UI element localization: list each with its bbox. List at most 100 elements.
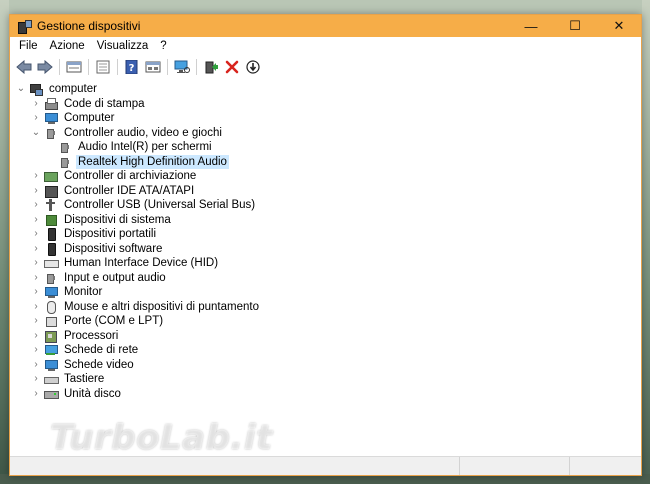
title-bar[interactable]: Gestione dispositivi — ☐ ✕ [10,15,641,37]
tree-item-realtek-audio[interactable]: Realtek High Definition Audio [56,154,229,169]
portable-device-icon [44,228,58,242]
chevron-right-icon[interactable]: › [30,169,42,183]
tree-item-label: Monitor [64,286,103,298]
tree-item-controller-usb[interactable]: › Controller USB (Universal Serial Bus) [30,198,257,213]
chevron-right-icon[interactable]: › [30,111,42,125]
tree-item-label: Mouse e altri dispositivi di puntamento [64,300,259,313]
chevron-right-icon[interactable]: › [30,314,42,328]
chevron-right-icon[interactable]: › [30,198,42,212]
toolbar-separator [88,59,89,75]
chevron-right-icon[interactable]: › [30,271,42,285]
device-manager-icon [17,19,32,34]
chevron-right-icon[interactable]: › [30,242,42,256]
tree-item-porte[interactable]: › Porte (COM e LPT) [30,314,165,329]
tree-item-label: Controller di archiviazione [64,170,197,182]
chevron-right-icon[interactable]: › [30,213,42,227]
update-driver-icon [205,61,218,74]
tree-item-label: Human Interface Device (HID) [64,257,219,269]
show-hidden-button[interactable] [94,58,112,76]
tree-item-controller-ide[interactable]: › Controller IDE ATA/ATAPI [30,184,196,199]
tree-item-monitor[interactable]: › Monitor [30,285,104,300]
tree-item-label: Porte (COM e LPT) [64,315,164,327]
tree-item-schede-video[interactable]: › Schede video [30,358,136,373]
tree-item-label: Dispositivi software [64,242,163,255]
tree-item-label: Dispositivi di sistema [64,213,171,226]
keyboard-icon [44,373,59,385]
watermark: TurboLab.it [15,418,273,468]
chevron-right-icon[interactable]: › [30,300,42,314]
chevron-right-icon[interactable]: › [30,343,42,357]
tree-item-audio-intel[interactable]: Audio Intel(R) per schermi [56,140,214,155]
forward-button[interactable] [36,58,54,76]
hid-icon [44,257,59,269]
tree-item-dispositivi-portatili[interactable]: › Dispositivi portatili [30,227,158,242]
scan-hardware-button[interactable] [173,58,191,76]
chevron-right-icon[interactable]: › [30,358,42,372]
menu-azione[interactable]: Azione [44,40,91,52]
chevron-right-icon[interactable]: › [30,329,42,343]
storage-controller-icon [44,170,58,183]
chevron-right-icon[interactable]: › [30,372,42,386]
tree-item-label: Audio Intel(R) per schermi [78,141,212,153]
tree-item-tastiere[interactable]: › Tastiere [30,372,106,387]
menu-bar: File Azione Visualizza ? [10,37,641,55]
maximize-button[interactable]: ☐ [553,15,597,37]
menu-help[interactable]: ? [154,40,172,52]
ide-controller-icon [44,185,58,198]
tree-item-mouse[interactable]: › Mouse e altri dispositivi di puntament… [30,300,261,315]
chevron-right-icon[interactable]: › [30,285,42,299]
chevron-right-icon[interactable]: › [30,387,42,401]
tree-item-computer-root[interactable]: ⌄ computer [15,82,99,97]
tree-item-code-di-stampa[interactable]: › Code di stampa [30,97,147,112]
tree-item-unita-disco[interactable]: › Unità disco [30,387,123,402]
printer-icon [44,97,58,110]
monitor-icon [44,112,58,125]
cpu-icon [44,330,58,343]
toolbar: ? [10,55,641,80]
properties-button[interactable] [65,58,83,76]
help-button[interactable]: ? [123,58,141,76]
tree-item-label: Schede video [64,358,134,371]
system-device-icon [44,214,58,226]
details-button[interactable] [144,58,162,76]
software-device-icon [44,242,58,256]
chevron-right-icon[interactable]: › [30,184,42,198]
tree-item-label: Controller IDE ATA/ATAPI [64,184,195,197]
window-title: Gestione dispositivi [37,19,141,33]
desktop-background-left [0,0,9,484]
menu-visualizza[interactable]: Visualizza [91,40,155,52]
tree-item-controller-audio[interactable]: ⌄ Controller audio, video e giochi [30,126,224,141]
uninstall-button[interactable] [223,58,241,76]
tree-item-processori[interactable]: › Processori [30,329,120,344]
tree-item-label: Tastiere [64,373,105,385]
disable-button[interactable] [244,58,262,76]
update-driver-button[interactable] [202,58,220,76]
help-icon: ? [125,60,138,74]
close-button[interactable]: ✕ [597,15,641,37]
tree-item-computer[interactable]: › Computer [30,111,117,126]
status-cell [570,457,641,475]
chevron-right-icon[interactable]: › [30,97,42,111]
disk-icon [44,388,59,400]
chevron-down-icon[interactable]: ⌄ [30,126,42,140]
tree-item-schede-rete[interactable]: › Schede di rete [30,343,140,358]
chevron-down-icon[interactable]: ⌄ [15,82,27,96]
back-button[interactable] [15,58,33,76]
monitor-icon [44,286,58,299]
usb-icon [44,199,58,212]
tree-item-dispositivi-sistema[interactable]: › Dispositivi di sistema [30,213,173,228]
tree-item-dispositivi-software[interactable]: › Dispositivi software [30,242,164,257]
device-manager-window: Gestione dispositivi — ☐ ✕ File Azione V… [9,14,642,476]
watermark-text: TurboLab.it [50,418,273,458]
scan-hardware-icon [174,60,190,73]
speaker-icon [58,156,72,168]
tree-item-controller-archiviazione[interactable]: › Controller di archiviazione [30,169,198,184]
chevron-right-icon[interactable]: › [30,256,42,270]
chevron-right-icon[interactable]: › [30,227,42,241]
tree-item-input-output-audio[interactable]: › Input e output audio [30,271,168,286]
network-icon [44,344,58,356]
tree-item-hid[interactable]: › Human Interface Device (HID) [30,256,220,271]
minimize-button[interactable]: — [509,15,553,37]
menu-file[interactable]: File [13,40,44,52]
tree-item-label: Controller USB (Universal Serial Bus) [64,199,256,211]
